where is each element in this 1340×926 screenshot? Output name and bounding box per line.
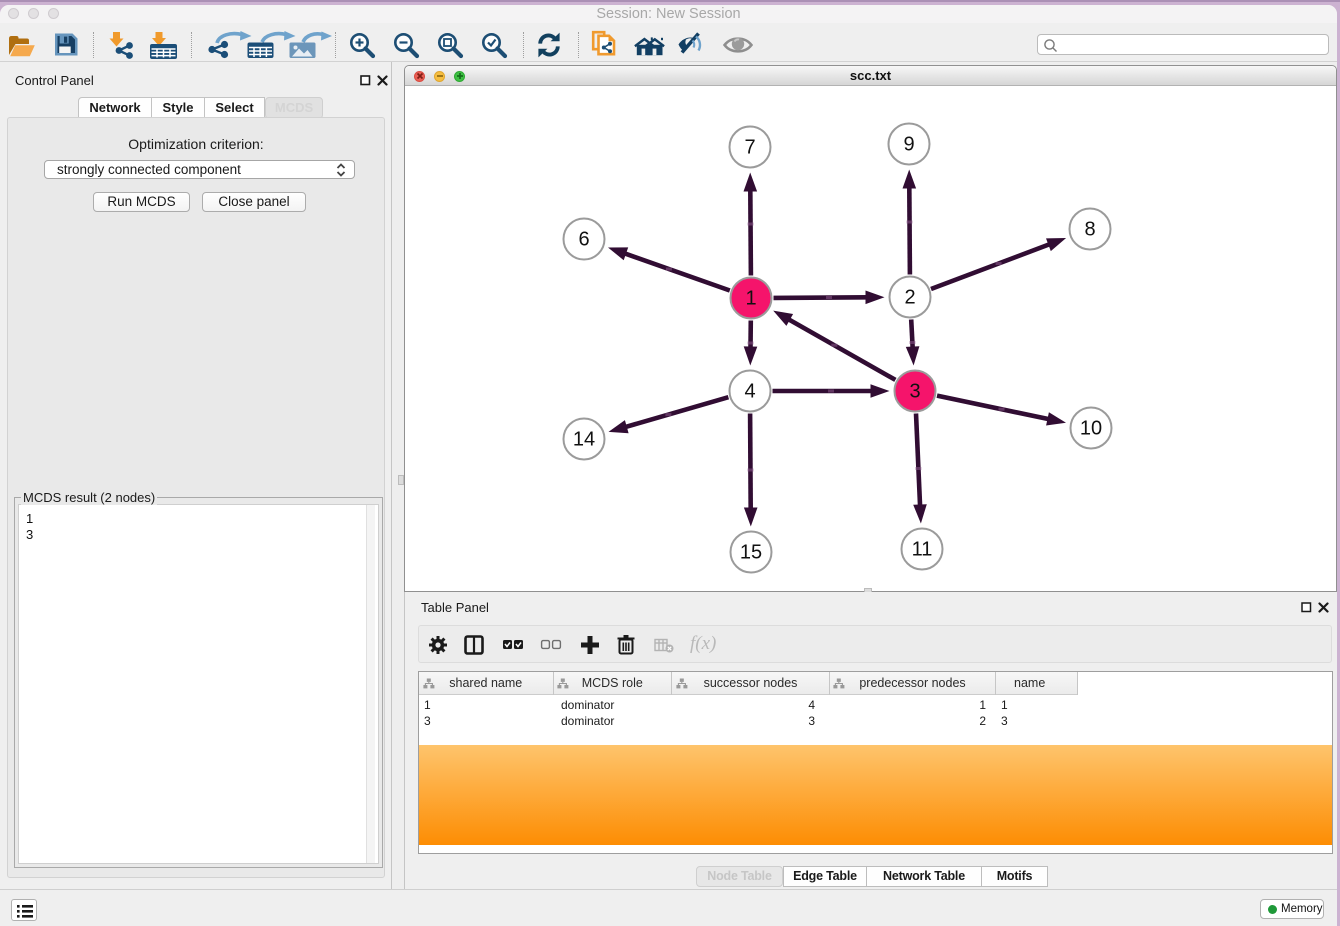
- svg-text:1: 1: [745, 288, 756, 310]
- svg-text:2: 2: [904, 287, 915, 309]
- svg-text:6: 6: [578, 229, 589, 251]
- svg-text:8: 8: [1084, 219, 1095, 241]
- svg-text:11: 11: [912, 539, 933, 561]
- svg-text:15: 15: [740, 542, 762, 564]
- svg-text:7: 7: [744, 137, 755, 159]
- svg-text:4: 4: [744, 381, 755, 403]
- svg-text:3: 3: [909, 381, 920, 403]
- svg-text:10: 10: [1080, 418, 1102, 440]
- svg-text:14: 14: [573, 429, 595, 451]
- svg-text:9: 9: [903, 134, 914, 156]
